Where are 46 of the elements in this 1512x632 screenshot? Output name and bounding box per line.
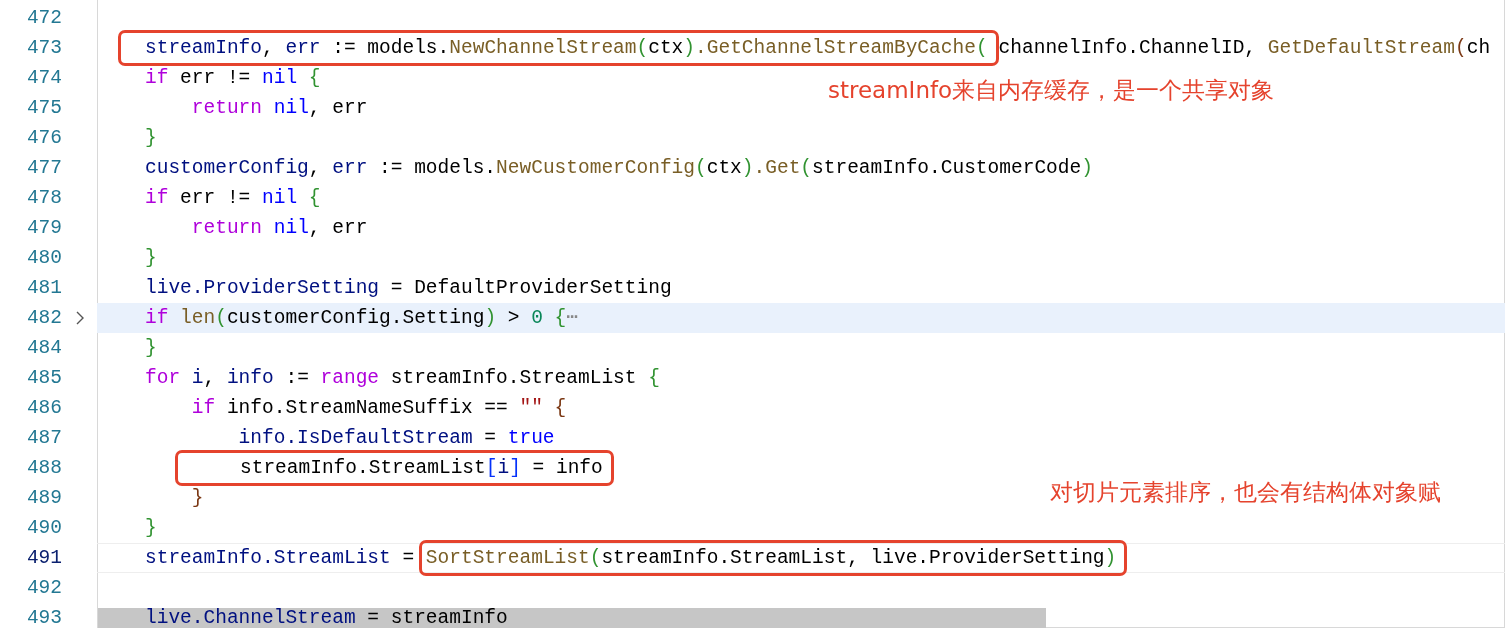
line-number: 488 [25,456,62,481]
scrollbar-thumb[interactable] [98,608,1046,628]
code-text: customerConfig, err := models.NewCustomerConfig(ctx).Get(streamInfo.CustomerCode) [145,156,1093,181]
code-text: return nil, err [190,96,368,121]
annotation-box: SortStreamList(streamInfo.StreamList, live.ProviderSetting) [418,540,1128,576]
code-text: streamInfo.StreamList = [145,546,416,571]
line-number: 492 [25,576,62,601]
code-text: if len(customerConfig.Setting) > 0 {⋯ [145,306,579,331]
line-number: 489 [25,486,62,511]
annotation-note: streamInfo来自内存缓存，是一个共享对象 [828,76,1275,105]
line-number: 493 [25,606,62,631]
line-number: 486 [25,396,62,421]
code-text: info.IsDefaultStream = true [237,426,555,451]
annotation-box: streamInfo.StreamList[i] = info [175,450,614,486]
code-text: } [145,126,157,151]
line-number: 475 [25,96,62,121]
line-number: 474 [25,66,62,91]
line-number: 476 [25,126,62,151]
code-text: } [145,516,157,541]
chevron-right-icon[interactable] [74,310,85,326]
line-number: 473 [25,36,62,61]
line-number: 472 [25,6,62,31]
code-text: live.ProviderSetting = DefaultProviderSetting [145,276,672,301]
code-text: live.ChannelStream = streamInfo [145,606,508,631]
annotation-box: streamInfo, err := models.NewChannelStream(ctx).GetChannelStreamByCache( [118,30,999,66]
code-text: for i, info := range streamInfo.StreamList { [145,366,660,391]
code-text: if err != nil { [145,186,321,211]
code-text: if err != nil { [145,66,321,91]
line-number: 490 [25,516,62,541]
annotation-note: 对切片元素排序，也会有结构体对象赋 [1050,478,1441,507]
line-number: 478 [25,186,62,211]
line-number: 482 [25,306,62,331]
line-number: 479 [25,216,62,241]
code-text: if info.StreamNameSuffix == "" { [190,396,567,421]
line-number: 485 [25,366,62,391]
line-number: 484 [25,336,62,361]
code-text: } [190,486,204,511]
line-number: 487 [25,426,62,451]
code-text: } [145,246,157,271]
line-number: 480 [25,246,62,271]
code-text: return nil, err [190,216,368,241]
code-text: channelInfo.ChannelID, GetDefaultStream(ch [998,36,1491,61]
line-number: 477 [25,156,62,181]
code-text: } [145,336,157,361]
line-number: 491 [25,546,62,571]
line-number: 481 [25,276,62,301]
